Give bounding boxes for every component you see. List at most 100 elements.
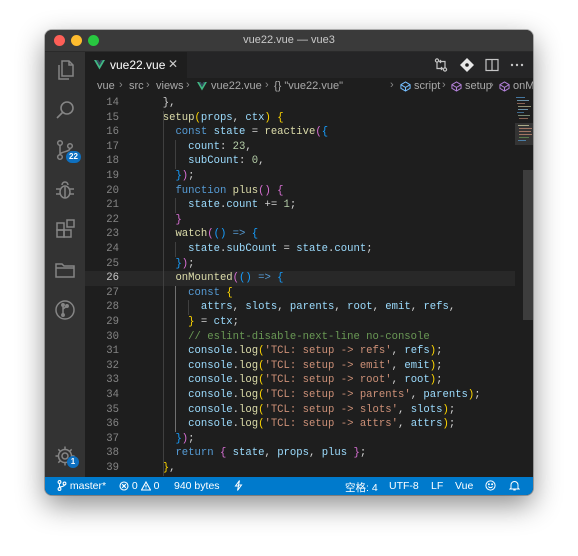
code-text: watch(() => { xyxy=(175,227,258,242)
code-token: state xyxy=(188,199,220,212)
breadcrumb-module[interactable]: {} "vue22.vue" xyxy=(274,80,343,92)
code-line[interactable]: 16 const state = reactive({ xyxy=(85,125,515,140)
code-token: emit xyxy=(404,359,430,372)
code-token: subCount xyxy=(226,243,278,255)
split-editor-icon[interactable] xyxy=(484,57,500,73)
code-token: ; xyxy=(366,243,373,255)
code-token: 'TCL: setup -> emit' xyxy=(264,359,392,372)
code-line[interactable]: 39}, xyxy=(85,461,515,476)
code-editor[interactable]: 14}, 15 setup(props, ctx) {16 const state =… xyxy=(85,95,533,477)
branch-status[interactable]: master* xyxy=(57,480,106,492)
code-line[interactable]: 32 console.log('TCL: setup -> emit', emit… xyxy=(85,359,515,374)
code-text: console.log('TCL: setup -> root', root); xyxy=(188,373,442,388)
code-token: root xyxy=(404,374,430,387)
line-number: 29 xyxy=(106,316,119,328)
breadcrumb-file[interactable]: vue22.vue xyxy=(211,80,262,92)
breadcrumb-separator: › xyxy=(390,79,394,91)
code-line[interactable]: 17 count: 23, xyxy=(85,140,515,155)
code-text: count: 23, xyxy=(188,140,252,155)
code-line[interactable]: 25}); xyxy=(85,257,515,272)
indentation-status[interactable]: 空格: 4 xyxy=(345,480,378,495)
code-line[interactable]: 34 console.log('TCL: setup -> parents', p… xyxy=(85,388,515,403)
code-line[interactable]: 23 watch(() => { xyxy=(85,227,515,242)
line-number: 24 xyxy=(106,243,119,255)
folder-icon[interactable] xyxy=(53,258,77,282)
code-line[interactable]: 29} = ctx; xyxy=(85,315,515,330)
code-text: const { xyxy=(188,286,233,301)
more-actions-icon[interactable] xyxy=(509,57,525,73)
branch-name: master* xyxy=(69,480,107,492)
code-token: ; xyxy=(436,374,443,387)
code-line[interactable]: 33 console.log('TCL: setup -> root', root… xyxy=(85,373,515,388)
code-line[interactable]: 14}, xyxy=(85,96,515,111)
code-line[interactable]: 20 function plus() { xyxy=(85,184,515,199)
code-token: , xyxy=(410,389,424,401)
code-line[interactable]: 28 attrs, slots, parents, root, emit, ref… xyxy=(85,300,515,315)
title-bar: vue22.vue — vue3 xyxy=(45,30,533,52)
search-icon[interactable] xyxy=(53,98,77,122)
encoding-status[interactable]: UTF-8 xyxy=(389,480,419,492)
code-line[interactable]: 26 onMounted(() => { xyxy=(85,271,515,286)
breadcrumb-separator: › xyxy=(119,79,123,91)
source-control-badge: 22 xyxy=(66,151,81,163)
feedback-smiley-icon[interactable] xyxy=(485,480,496,492)
code-token: = xyxy=(194,316,214,328)
code-text: }); xyxy=(175,169,194,184)
code-token: plus xyxy=(232,184,259,197)
files-icon[interactable] xyxy=(53,58,77,82)
indent-guide xyxy=(175,285,177,432)
code-line[interactable]: 30 // eslint-disable-next-line no-console xyxy=(85,330,515,345)
code-line[interactable]: 38 return { state, props, plus }; xyxy=(85,446,515,461)
breadcrumb-views[interactable]: views xyxy=(156,80,184,92)
breadcrumb-vue[interactable]: vue xyxy=(97,80,115,92)
breadcrumb-onmounted[interactable]: onMount xyxy=(513,80,533,92)
lightning-icon[interactable] xyxy=(234,480,243,492)
indent-guide xyxy=(175,139,177,169)
open-changes-icon[interactable] xyxy=(433,57,449,73)
code-line[interactable]: 19}); xyxy=(85,169,515,184)
vertical-scrollbar[interactable] xyxy=(523,170,533,320)
code-token: ; xyxy=(188,170,195,182)
code-token: , xyxy=(397,403,411,416)
code-line[interactable]: 31 console.log('TCL: setup -> refs', refs… xyxy=(85,344,515,359)
code-line[interactable]: 27 const { xyxy=(85,286,515,301)
line-number: 35 xyxy=(106,403,119,416)
close-icon[interactable]: ✕ xyxy=(168,57,178,71)
code-line[interactable]: 22} xyxy=(85,213,515,228)
code-token: console xyxy=(188,345,233,358)
code-line[interactable]: 36 console.log('TCL: setup -> attrs', att… xyxy=(85,417,515,432)
gear-icon[interactable]: 1 xyxy=(53,444,79,468)
breadcrumb-setup[interactable]: setup xyxy=(465,80,492,92)
eol-status[interactable]: LF xyxy=(431,480,443,492)
code-line[interactable]: 15 setup(props, ctx) { xyxy=(85,111,515,126)
line-number: 17 xyxy=(106,140,119,153)
code-line[interactable]: 35 console.log('TCL: setup -> slots', slo… xyxy=(85,403,515,418)
code-token: ; xyxy=(289,199,297,212)
line-number: 16 xyxy=(106,126,119,139)
file-size[interactable]: 940 bytes xyxy=(174,480,220,492)
code-line[interactable]: 21 state.count += 1; xyxy=(85,198,515,213)
tab-vue22-vue[interactable]: vue22.vue ✕ xyxy=(85,52,188,78)
breadcrumb-script[interactable]: script xyxy=(414,80,440,92)
code-text: }); xyxy=(175,257,194,272)
extensions-icon[interactable] xyxy=(53,218,77,242)
code-line[interactable]: 37}); xyxy=(85,432,515,447)
code-token: ctx xyxy=(245,111,265,124)
git-lens-icon[interactable] xyxy=(459,57,475,73)
breadcrumb-src[interactable]: src xyxy=(129,80,144,92)
code-token: , xyxy=(448,301,456,314)
git-graph-icon[interactable] xyxy=(53,298,77,322)
bug-icon[interactable] xyxy=(53,178,77,202)
code-token: , xyxy=(334,301,348,314)
code-token: console xyxy=(188,389,233,401)
code-line[interactable]: 18 subCount: 0, xyxy=(85,154,515,169)
notifications-bell-icon[interactable] xyxy=(508,480,521,492)
vue-file-icon xyxy=(197,82,207,91)
source-control-icon[interactable]: 22 xyxy=(53,138,81,163)
warning-count: 0 xyxy=(153,480,160,492)
language-mode[interactable]: Vue xyxy=(455,480,473,492)
code-token: , xyxy=(232,111,246,124)
code-line[interactable]: 24 state.subCount = state.count; xyxy=(85,242,515,257)
breadcrumb: vue › src › views › vue22.vue › {} "vue2… xyxy=(85,78,533,95)
problems-status[interactable]: 0 0 xyxy=(119,480,159,492)
